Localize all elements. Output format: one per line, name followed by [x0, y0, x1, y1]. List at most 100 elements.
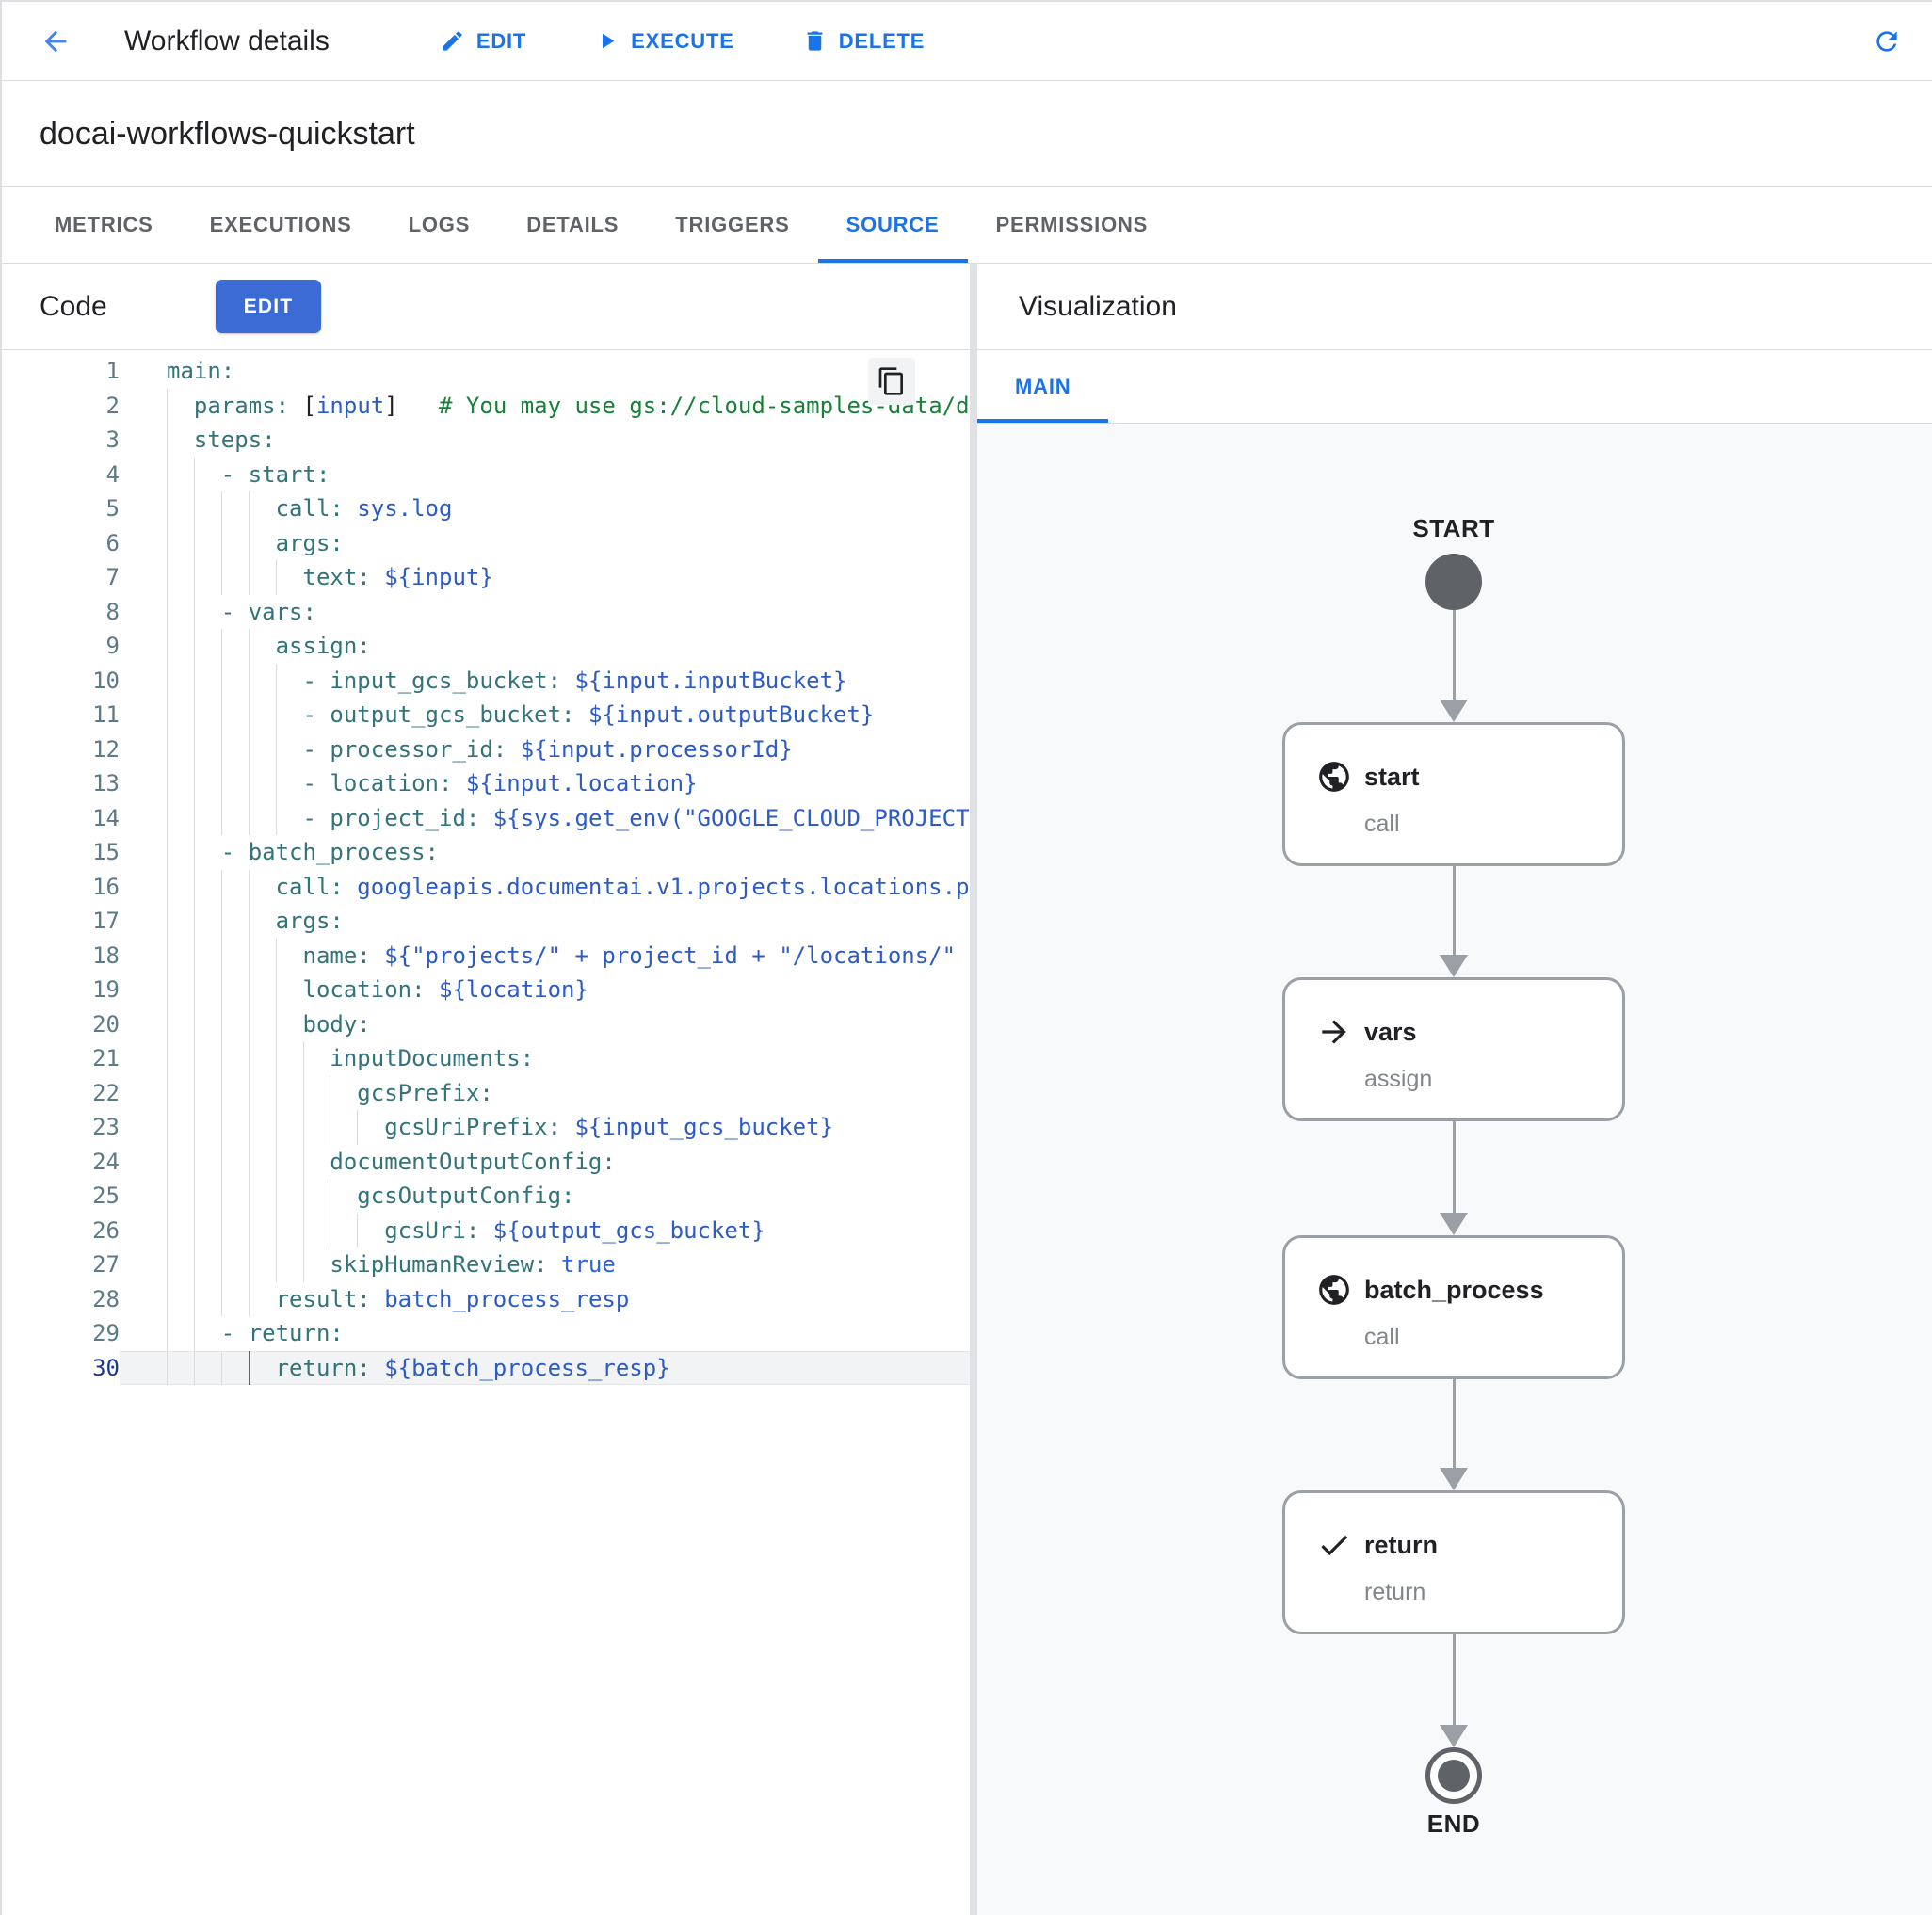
end-terminal-circle	[1425, 1747, 1482, 1804]
line-number: 9	[2, 629, 120, 664]
code-text: args:	[120, 904, 970, 939]
code-line: 24 documentOutputConfig:	[2, 1145, 970, 1180]
indent-guide	[221, 1179, 222, 1214]
tab-bar: METRICSEXECUTIONSLOGSDETAILSTRIGGERSSOUR…	[2, 187, 1932, 264]
line-number: 10	[2, 664, 120, 699]
tab-permissions[interactable]: PERMISSIONS	[968, 187, 1177, 263]
indent-guide	[221, 1247, 222, 1282]
indent-guide	[276, 1041, 277, 1076]
refresh-icon[interactable]	[1872, 26, 1902, 56]
edit-code-button[interactable]: EDIT	[216, 280, 322, 333]
line-number: 4	[2, 458, 120, 492]
code-line: 15 - batch_process:	[2, 835, 970, 870]
indent-guide	[249, 526, 250, 561]
back-arrow-icon[interactable]	[40, 25, 72, 57]
copy-code-button[interactable]	[868, 358, 915, 405]
line-number: 26	[2, 1214, 120, 1248]
code-line: 5 call: sys.log	[2, 491, 970, 526]
tab-main[interactable]: MAIN	[977, 350, 1108, 423]
indent-guide	[194, 1110, 195, 1145]
tab-executions[interactable]: EXECUTIONS	[182, 187, 380, 263]
indent-guide	[276, 732, 277, 767]
code-text: name: ${"projects/" + project_id + "/loc…	[120, 939, 970, 974]
tab-details[interactable]: DETAILS	[498, 187, 647, 263]
edit-button[interactable]: EDIT	[440, 28, 526, 54]
indent-guide	[167, 801, 168, 836]
line-number: 19	[2, 973, 120, 1007]
indent-guide	[357, 1110, 358, 1145]
indent-guide	[249, 1179, 250, 1214]
indent-guide	[194, 1076, 195, 1111]
code-line: 12 - processor_id: ${input.processorId}	[2, 732, 970, 767]
code-text: steps:	[120, 423, 970, 458]
flow-arrow	[1453, 610, 1456, 701]
tab-source[interactable]: SOURCE	[818, 187, 968, 263]
code-line: 28 result: batch_process_resp	[2, 1282, 970, 1317]
tab-triggers[interactable]: TRIGGERS	[647, 187, 817, 263]
tab-logs[interactable]: LOGS	[380, 187, 499, 263]
code-text: inputDocuments:	[120, 1041, 970, 1076]
code-text: skipHumanReview: true	[120, 1247, 970, 1282]
node-title: batch_process	[1364, 1272, 1544, 1308]
line-number: 1	[2, 354, 120, 389]
indent-guide	[249, 491, 250, 526]
indent-guide	[167, 973, 168, 1007]
indent-guide	[221, 698, 222, 732]
flow-arrowhead	[1440, 1213, 1468, 1235]
indent-guide	[249, 629, 250, 664]
indent-guide	[303, 1214, 304, 1248]
node-batch_process[interactable]: batch_processcall	[1282, 1235, 1625, 1379]
code-line: 13 - location: ${input.location}	[2, 766, 970, 801]
indent-guide	[167, 1076, 168, 1111]
indent-guide	[249, 1247, 250, 1282]
indent-guide	[303, 1041, 304, 1076]
execute-button[interactable]: EXECUTE	[594, 28, 734, 54]
code-line: 3 steps:	[2, 423, 970, 458]
node-start[interactable]: startcall	[1282, 722, 1625, 866]
node-title: vars	[1364, 1014, 1417, 1050]
indent-guide	[276, 766, 277, 801]
indent-guide	[276, 698, 277, 732]
indent-guide	[167, 389, 168, 424]
content-area: Code EDIT 1main:2 params: [input] # You …	[2, 264, 1932, 1915]
flow-arrowhead	[1440, 700, 1468, 722]
flow-arrowhead	[1440, 1468, 1468, 1490]
indent-guide	[221, 1007, 222, 1042]
code-line: 22 gcsPrefix:	[2, 1076, 970, 1111]
indent-guide	[167, 1179, 168, 1214]
indent-guide	[249, 870, 250, 905]
indent-guide	[194, 1145, 195, 1180]
line-number: 22	[2, 1076, 120, 1111]
code-line: 17 args:	[2, 904, 970, 939]
indent-guide	[249, 904, 250, 939]
workflow-diagram-canvas[interactable]: START END startcallvarsassignbatch_proce…	[977, 424, 1932, 1915]
indent-guide	[221, 732, 222, 767]
indent-guide	[194, 904, 195, 939]
node-return[interactable]: returnreturn	[1282, 1490, 1625, 1634]
indent-guide	[303, 1110, 304, 1145]
line-number: 28	[2, 1282, 120, 1317]
code-editor[interactable]: 1main:2 params: [input] # You may use gs…	[2, 350, 970, 1915]
tab-metrics[interactable]: METRICS	[26, 187, 182, 263]
code-text: text: ${input}	[120, 560, 970, 595]
node-vars[interactable]: varsassign	[1282, 977, 1625, 1121]
code-line: 2 params: [input] # You may use gs://clo…	[2, 389, 970, 424]
code-panel: Code EDIT 1main:2 params: [input] # You …	[2, 264, 970, 1915]
delete-button[interactable]: DELETE	[802, 28, 926, 54]
indent-guide	[221, 939, 222, 974]
globe-icon	[1316, 1272, 1352, 1308]
indent-guide	[276, 1145, 277, 1180]
node-title: start	[1364, 759, 1420, 795]
pencil-icon	[440, 28, 465, 54]
indent-guide	[249, 1282, 250, 1317]
visualization-panel-title: Visualization	[1019, 291, 1177, 323]
indent-guide	[194, 629, 195, 664]
code-line: 30 return: ${batch_process_resp}	[2, 1351, 970, 1386]
end-terminal-dot	[1438, 1760, 1470, 1792]
indent-guide	[167, 904, 168, 939]
indent-guide	[276, 560, 277, 595]
code-text: - return:	[120, 1316, 970, 1351]
line-number: 11	[2, 698, 120, 732]
code-line: 16 call: googleapis.documentai.v1.projec…	[2, 870, 970, 905]
code-text: body:	[120, 1007, 970, 1042]
